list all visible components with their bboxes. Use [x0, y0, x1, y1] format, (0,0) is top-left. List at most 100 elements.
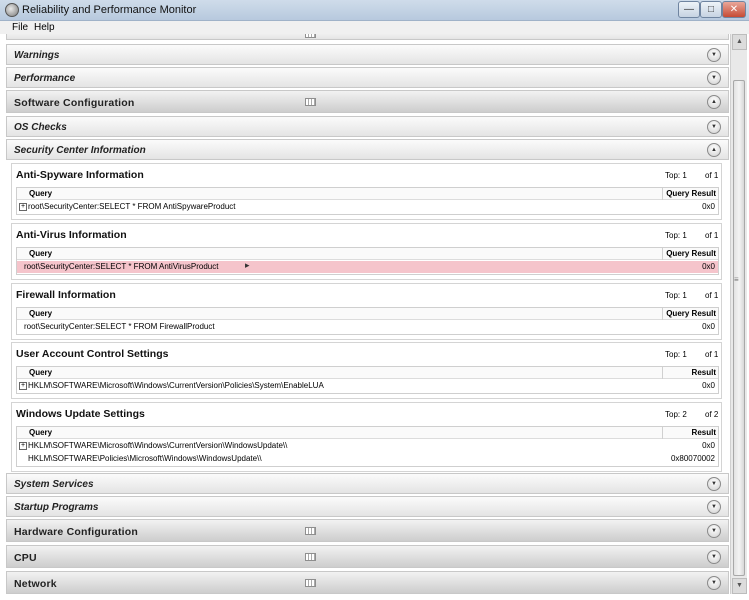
- column-divider[interactable]: [662, 188, 663, 200]
- collapse-icon[interactable]: ▲: [707, 143, 721, 157]
- section-hardware-configuration-label: Hardware Configuration: [14, 526, 138, 538]
- close-button[interactable]: ✕: [722, 1, 746, 18]
- expand-icon[interactable]: ▼: [707, 71, 721, 85]
- column-header-result[interactable]: Query Result: [666, 189, 716, 198]
- section-software-configuration[interactable]: Software Configuration ▲: [6, 90, 729, 113]
- table-row[interactable]: HKLM\SOFTWARE\Policies\Microsoft\Windows…: [17, 453, 718, 465]
- section-performance[interactable]: Performance ▼: [6, 67, 729, 88]
- panel-title: Anti-Spyware Information: [16, 169, 144, 181]
- column-header-result[interactable]: Query Result: [666, 249, 716, 258]
- table-header: Query Query Result: [17, 188, 718, 200]
- table-row[interactable]: + HKLM\SOFTWARE\Microsoft\Windows\Curren…: [17, 380, 718, 392]
- section-cpu-label: CPU: [14, 552, 37, 564]
- background-taskbar-ghost: [160, 4, 670, 18]
- panel-title: Firewall Information: [16, 289, 116, 301]
- of-count: of 1: [705, 291, 719, 300]
- expand-icon[interactable]: ▼: [707, 524, 721, 538]
- top-count: Top: 1: [665, 291, 687, 300]
- row-result: 0x0: [702, 381, 715, 390]
- query-table: Query Result + HKLM\SOFTWARE\Microsoft\W…: [16, 426, 719, 467]
- table-row[interactable]: + root\SecurityCenter:SELECT * FROM Anti…: [17, 201, 718, 213]
- row-query: root\SecurityCenter:SELECT * FROM AntiSp…: [28, 202, 236, 211]
- row-result: 0x0: [702, 202, 715, 211]
- plus-icon[interactable]: +: [19, 382, 27, 390]
- column-divider[interactable]: [662, 308, 663, 320]
- column-divider[interactable]: [662, 248, 663, 260]
- query-table: Query Query Result root\SecurityCenter:S…: [16, 247, 719, 275]
- vertical-scrollbar[interactable]: ▲ ≡ ▼: [730, 34, 747, 594]
- column-header-result[interactable]: Query Result: [666, 309, 716, 318]
- mouse-pointer-icon: ▸: [245, 260, 250, 270]
- expand-icon[interactable]: ▼: [707, 550, 721, 564]
- plus-icon[interactable]: +: [19, 442, 27, 450]
- maximize-button[interactable]: □: [700, 1, 722, 18]
- panel-title: Windows Update Settings: [16, 408, 145, 420]
- section-os-checks[interactable]: OS Checks ▼: [6, 116, 729, 137]
- section-network[interactable]: Network ▼: [6, 571, 729, 594]
- top-count: Top: 1: [665, 350, 687, 359]
- column-header-result[interactable]: Result: [692, 428, 716, 437]
- panel-uac: User Account Control Settings Top: 1 of …: [11, 342, 722, 399]
- title-bar: Reliability and Performance Monitor — □ …: [0, 0, 749, 21]
- table-header: Query Result: [17, 367, 718, 379]
- section-software-configuration-label: Software Configuration: [14, 97, 135, 109]
- collapse-icon[interactable]: ▲: [707, 95, 721, 109]
- section-startup-programs-label: Startup Programs: [14, 502, 99, 513]
- table-header: Query Query Result: [17, 308, 718, 320]
- panel-windows-update: Windows Update Settings Top: 2 of 2 Quer…: [11, 402, 722, 472]
- section-cpu[interactable]: CPU ▼: [6, 545, 729, 568]
- menu-bar: File Help: [0, 21, 749, 34]
- table-icon: [305, 553, 316, 561]
- table-row[interactable]: root\SecurityCenter:SELECT * FROM Firewa…: [17, 321, 718, 333]
- expand-icon[interactable]: ▼: [707, 477, 721, 491]
- expand-icon[interactable]: ▼: [707, 576, 721, 590]
- of-count: of 2: [705, 410, 719, 419]
- table-icon: [305, 34, 316, 38]
- minimize-button[interactable]: —: [678, 1, 700, 18]
- table-icon: [305, 579, 316, 587]
- panel-title: Anti-Virus Information: [16, 229, 127, 241]
- scrollbar-thumb[interactable]: [733, 80, 745, 576]
- menu-file[interactable]: File: [12, 21, 28, 34]
- section-system-services-label: System Services: [14, 479, 94, 490]
- row-query: root\SecurityCenter:SELECT * FROM AntiVi…: [24, 262, 219, 271]
- expand-icon[interactable]: ▼: [707, 120, 721, 134]
- section-startup-programs[interactable]: Startup Programs ▼: [6, 496, 729, 517]
- table-row-selected[interactable]: root\SecurityCenter:SELECT * FROM AntiVi…: [17, 260, 718, 273]
- column-header-result[interactable]: Result: [692, 368, 716, 377]
- column-header-query[interactable]: Query: [29, 368, 52, 377]
- section-header-clipped: [6, 34, 729, 40]
- menu-help[interactable]: Help: [34, 21, 55, 34]
- column-header-query[interactable]: Query: [29, 189, 52, 198]
- section-network-label: Network: [14, 578, 57, 590]
- top-count: Top: 1: [665, 171, 687, 180]
- section-performance-label: Performance: [14, 73, 76, 84]
- expand-icon[interactable]: ▼: [707, 48, 721, 62]
- row-result: 0x0: [702, 322, 715, 331]
- column-header-query[interactable]: Query: [29, 428, 52, 437]
- plus-icon[interactable]: +: [19, 203, 27, 211]
- row-result: 0x80070002: [670, 454, 715, 463]
- table-icon: [305, 98, 316, 106]
- section-warnings[interactable]: Warnings ▼: [6, 44, 729, 65]
- section-security-center[interactable]: Security Center Information ▲: [6, 139, 729, 160]
- of-count: of 1: [705, 350, 719, 359]
- column-header-query[interactable]: Query: [29, 249, 52, 258]
- section-system-services[interactable]: System Services ▼: [6, 473, 729, 494]
- scroll-down-button[interactable]: ▼: [732, 578, 747, 594]
- section-warnings-label: Warnings: [14, 50, 60, 61]
- panel-antivirus: Anti-Virus Information Top: 1 of 1 Query…: [11, 223, 722, 280]
- table-row[interactable]: + HKLM\SOFTWARE\Microsoft\Windows\Curren…: [17, 440, 718, 452]
- column-divider[interactable]: [662, 427, 663, 439]
- expand-icon[interactable]: ▼: [707, 500, 721, 514]
- query-table: Query Query Result root\SecurityCenter:S…: [16, 307, 719, 335]
- table-icon: [305, 527, 316, 535]
- query-table: Query Result + HKLM\SOFTWARE\Microsoft\W…: [16, 366, 719, 394]
- row-query: HKLM\SOFTWARE\Microsoft\Windows\CurrentV…: [28, 441, 288, 450]
- column-header-query[interactable]: Query: [29, 309, 52, 318]
- scroll-up-button[interactable]: ▲: [732, 34, 747, 50]
- of-count: of 1: [705, 231, 719, 240]
- section-hardware-configuration[interactable]: Hardware Configuration ▼: [6, 519, 729, 542]
- query-table: Query Query Result + root\SecurityCenter…: [16, 187, 719, 215]
- column-divider[interactable]: [662, 367, 663, 379]
